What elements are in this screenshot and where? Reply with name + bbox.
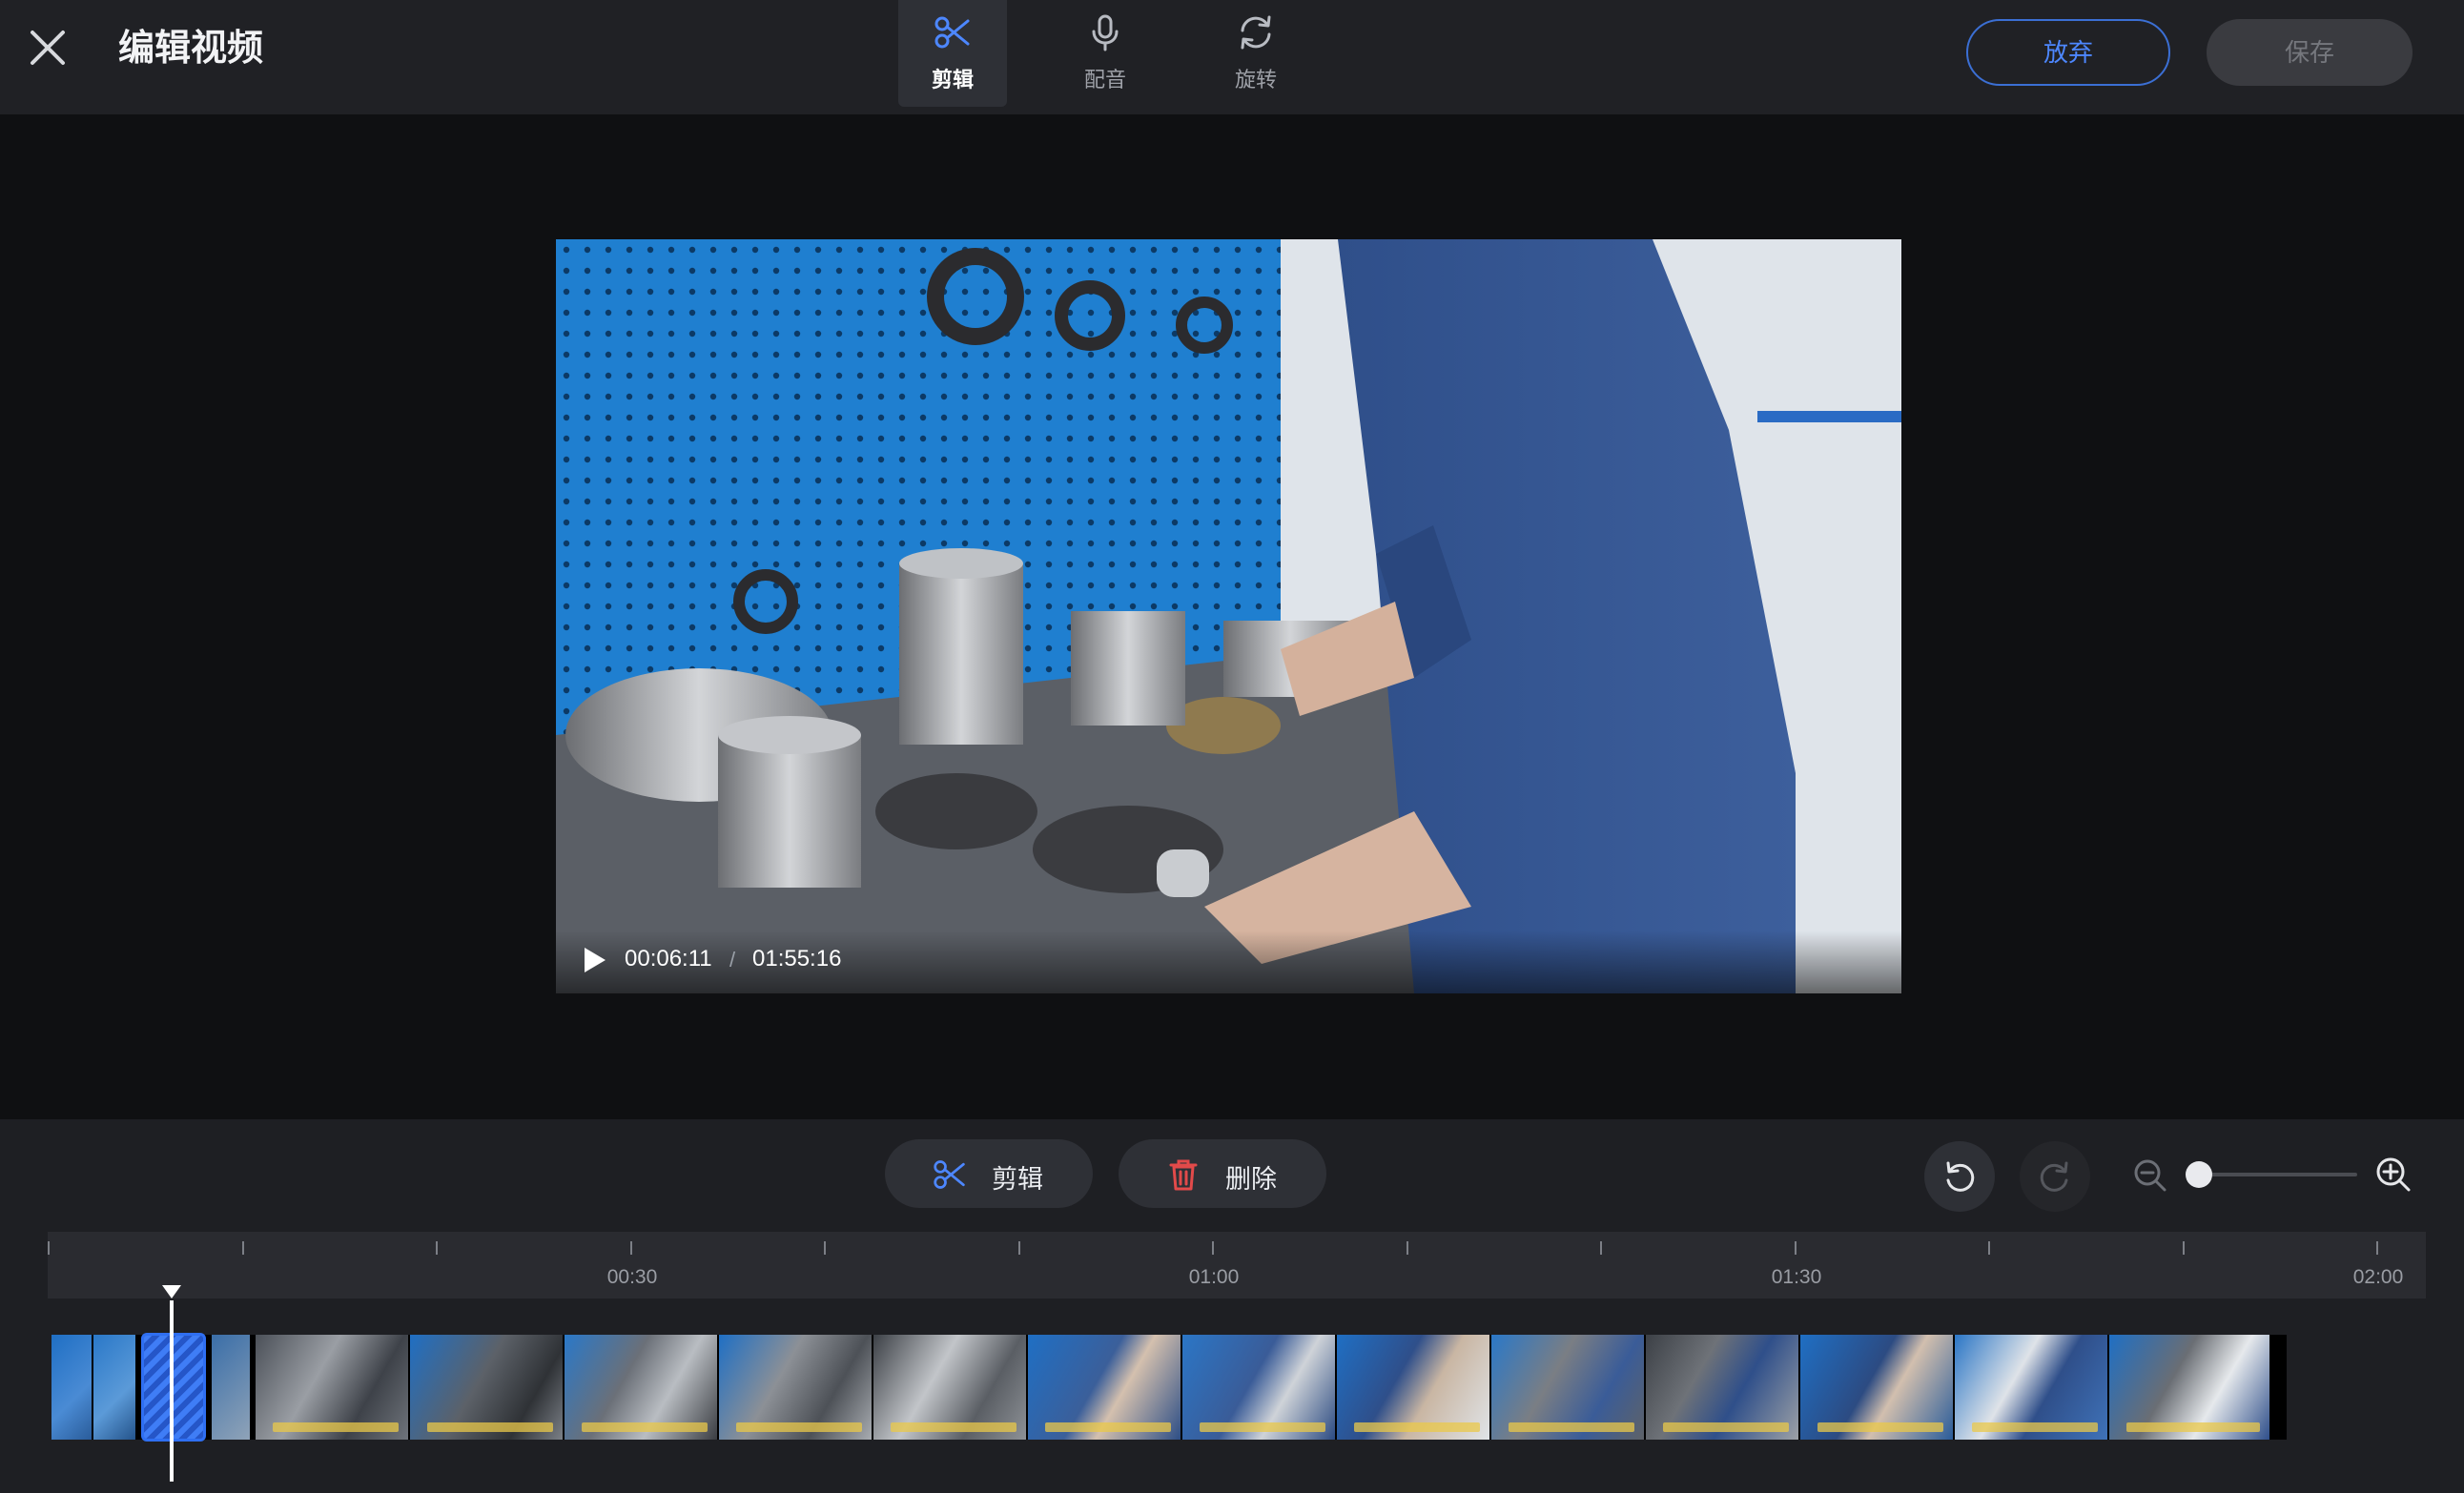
video-preview[interactable]: 00:06:11 / 01:55:16 bbox=[556, 239, 1901, 993]
tab-dubbing[interactable]: 配音 bbox=[1051, 0, 1160, 107]
playhead-marker-icon[interactable] bbox=[160, 1283, 183, 1300]
ruler-tick bbox=[48, 1241, 50, 1255]
scissors-icon bbox=[934, 16, 970, 49]
ruler-tick bbox=[242, 1241, 244, 1255]
clip-thumbnail bbox=[1955, 1335, 2107, 1440]
time-ruler[interactable]: 00:30 01:00 01:30 02:00 bbox=[48, 1232, 2426, 1299]
tab-dubbing-label: 配音 bbox=[1083, 68, 1126, 92]
playhead-line[interactable] bbox=[170, 1300, 174, 1482]
rotate-icon bbox=[1241, 15, 1271, 50]
zoom-in-icon[interactable] bbox=[2374, 1156, 2413, 1194]
close-icon bbox=[31, 31, 65, 65]
tab-rotate-label: 旋转 bbox=[1234, 68, 1277, 92]
close-button[interactable] bbox=[21, 21, 74, 74]
ruler-tick bbox=[2183, 1241, 2185, 1255]
save-button[interactable]: 保存 bbox=[2207, 19, 2413, 86]
undo-button[interactable] bbox=[1924, 1141, 1995, 1212]
ruler-tick bbox=[824, 1241, 826, 1255]
tab-cut[interactable]: 剪辑 bbox=[898, 0, 1007, 107]
clip-thumbnail bbox=[2109, 1335, 2269, 1440]
cut-button-label: 剪辑 bbox=[992, 1165, 1043, 1194]
zoom-slider-track[interactable] bbox=[2199, 1173, 2357, 1176]
clip-thumbnail bbox=[410, 1335, 563, 1440]
total-duration: 01:55:16 bbox=[752, 946, 842, 971]
clip-thumbnail bbox=[1182, 1335, 1335, 1440]
play-icon[interactable] bbox=[581, 944, 609, 976]
ruler-label: 01:00 bbox=[1188, 1266, 1240, 1288]
timeline-editor: 剪辑 删除 00:30 01:00 01:30 02:00 bbox=[0, 1119, 2464, 1493]
ruler-tick bbox=[1600, 1241, 1602, 1255]
delete-button-label: 删除 bbox=[1225, 1165, 1277, 1194]
clip-thumbnail bbox=[719, 1335, 872, 1440]
clip-thumbnail bbox=[51, 1335, 92, 1440]
ruler-label: 02:00 bbox=[2352, 1266, 2404, 1288]
clip-thumbnail bbox=[93, 1335, 135, 1440]
top-bar: 编辑视频 剪辑 配音 旋转 放弃 保存 bbox=[0, 0, 2464, 114]
tab-cut-label: 剪辑 bbox=[931, 68, 974, 92]
clip-thumbnail bbox=[565, 1335, 717, 1440]
ruler-tick bbox=[1407, 1241, 1408, 1255]
zoom-slider-knob[interactable] bbox=[2186, 1161, 2212, 1188]
ruler-label: 00:30 bbox=[606, 1266, 658, 1288]
clip-thumbnail bbox=[256, 1335, 408, 1440]
clip-thumbnail bbox=[212, 1335, 250, 1440]
delete-button[interactable]: 删除 bbox=[1119, 1139, 1326, 1208]
ruler-tick bbox=[1018, 1241, 1020, 1255]
clip-thumbnail bbox=[1491, 1335, 1644, 1440]
ruler-tick bbox=[436, 1241, 438, 1255]
ruler-tick bbox=[630, 1241, 632, 1255]
clip-thumbnail bbox=[873, 1335, 1026, 1440]
clip-thumbnail bbox=[1800, 1335, 1953, 1440]
ruler-tick bbox=[2376, 1241, 2378, 1255]
video-frame bbox=[556, 239, 1901, 993]
cut-button[interactable]: 剪辑 bbox=[885, 1139, 1093, 1208]
time-separator: / bbox=[729, 948, 736, 971]
redo-icon bbox=[2040, 1161, 2068, 1192]
selected-segment[interactable] bbox=[141, 1333, 206, 1442]
player-controls: 00:06:11 / 01:55:16 bbox=[556, 931, 1901, 993]
trash-icon bbox=[1169, 1159, 1198, 1191]
page-title: 编辑视频 bbox=[118, 29, 264, 69]
filmstrip[interactable] bbox=[51, 1335, 2287, 1440]
ruler-label: 01:30 bbox=[1771, 1266, 1822, 1288]
ruler-tick bbox=[1212, 1241, 1214, 1255]
current-time: 00:06:11 bbox=[625, 946, 712, 971]
clip-thumbnail bbox=[1337, 1335, 1489, 1440]
undo-icon bbox=[1946, 1161, 1975, 1192]
tab-rotate[interactable]: 旋转 bbox=[1201, 0, 1310, 107]
redo-button[interactable] bbox=[2020, 1141, 2090, 1212]
ruler-tick bbox=[1795, 1241, 1797, 1255]
zoom-out-icon[interactable] bbox=[2132, 1157, 2168, 1194]
clip-thumbnail bbox=[1028, 1335, 1181, 1440]
microphone-icon bbox=[1092, 14, 1119, 51]
discard-button[interactable]: 放弃 bbox=[1966, 19, 2170, 86]
scissors-icon bbox=[934, 1160, 965, 1189]
clip-thumbnail bbox=[1646, 1335, 1798, 1440]
ruler-tick bbox=[1988, 1241, 1990, 1255]
